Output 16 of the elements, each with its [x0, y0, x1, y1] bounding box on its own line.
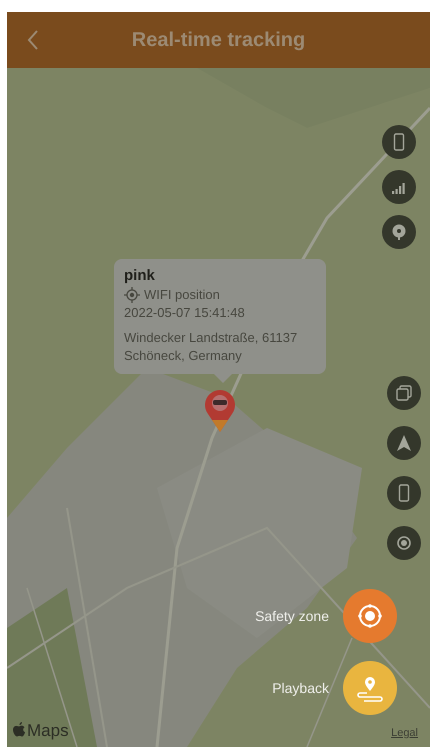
screen-title: Real-time tracking [132, 28, 306, 53]
locate-icon [124, 287, 140, 304]
navigation-arrow-icon [395, 434, 413, 452]
position-type: WIFI position [144, 286, 220, 304]
locate-icon [395, 534, 413, 552]
apple-logo-icon [13, 722, 26, 738]
layers-icon [395, 384, 413, 402]
address-line: Windecker Landstraße, 61137 [124, 329, 298, 347]
antenna-icon [390, 223, 408, 241]
action-label: Playback [272, 678, 329, 698]
legal-link[interactable]: Legal [391, 724, 418, 741]
position-time: 2022-05-07 15:41:48 [124, 304, 246, 322]
address-line: Schöneck, Germany [124, 346, 243, 364]
maps-attribution: Maps [27, 720, 69, 742]
action-label: Safety zone [255, 606, 329, 626]
device-name: pink [124, 266, 156, 286]
